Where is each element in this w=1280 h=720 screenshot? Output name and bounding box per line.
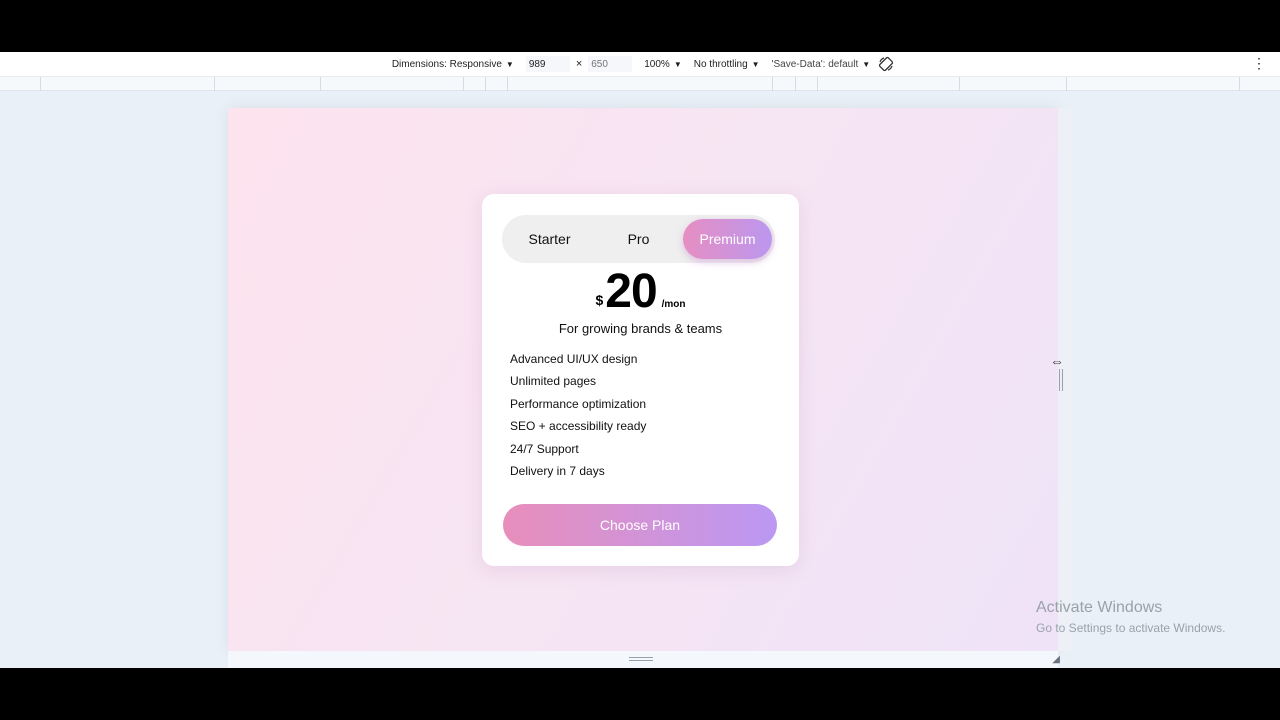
ruler-tick — [1066, 77, 1067, 91]
price-period: /mon — [661, 299, 686, 310]
currency-symbol: $ — [595, 292, 604, 308]
dimensions-label: Dimensions: Responsive — [391, 58, 502, 70]
dimension-inputs: × — [525, 56, 633, 72]
viewport-bottom-resize-handle[interactable]: ◢ — [228, 651, 1060, 668]
throttling-label: No throttling — [693, 58, 748, 70]
ruler-tick — [507, 77, 508, 91]
width-input[interactable] — [525, 56, 570, 72]
rotate-icon[interactable] — [878, 56, 894, 72]
feature-item: Advanced UI/UX design — [510, 352, 638, 366]
resize-cursor-icon: ⇔ — [1050, 353, 1064, 369]
caret-down-icon: ▼ — [751, 59, 760, 69]
media-query-ruler — [0, 76, 1280, 91]
ruler-tick — [1239, 77, 1240, 91]
ruler-tick — [772, 77, 773, 91]
tab-starter[interactable]: Starter — [505, 219, 594, 259]
emulated-page: Starter Pro Premium $ 20 /mon For growin… — [228, 108, 1058, 651]
tab-premium[interactable]: Premium — [683, 219, 772, 259]
price-amount: 20 — [605, 265, 657, 318]
plan-tabs: Starter Pro Premium — [502, 215, 775, 263]
plan-tagline: For growing brands & teams — [558, 321, 723, 336]
feature-item: 24/7 Support — [510, 441, 579, 456]
height-input[interactable] — [588, 56, 633, 72]
ruler-tick — [795, 77, 796, 91]
tab-pro[interactable]: Pro — [594, 219, 683, 259]
feature-item: Performance optimization — [510, 396, 647, 411]
feature-list: Advanced UI/UX design Unlimited pages Pe… — [510, 351, 646, 485]
feature-item: SEO + accessibility ready — [510, 419, 647, 434]
zoom-label: 100% — [644, 58, 670, 70]
feature-item: Delivery in 7 days — [510, 463, 605, 478]
price-display: $ 20 /mon — [482, 268, 799, 316]
caret-down-icon: ▼ — [862, 59, 871, 69]
choose-plan-button[interactable]: Choose Plan — [503, 504, 777, 546]
grip-icon — [1059, 369, 1063, 391]
caret-down-icon: ▼ — [673, 59, 682, 69]
viewport-right-resize-handle[interactable]: ⇔ — [1050, 108, 1072, 651]
caret-down-icon: ▼ — [505, 59, 514, 69]
windows-activation-watermark: Activate Windows Go to Settings to activ… — [1036, 599, 1225, 635]
save-data-dropdown[interactable]: 'Save-Data': default ▼ — [772, 59, 871, 70]
watermark-title: Activate Windows — [1036, 599, 1163, 616]
dimensions-dropdown[interactable]: Dimensions: Responsive ▼ — [392, 59, 514, 70]
ruler-tick — [817, 77, 818, 91]
corner-resize-icon[interactable]: ◢ — [1052, 654, 1060, 665]
ruler-tick — [485, 77, 486, 91]
device-viewport-area: Starter Pro Premium $ 20 /mon For growin… — [0, 91, 1280, 668]
times-sign: × — [575, 58, 583, 70]
pricing-card: Starter Pro Premium $ 20 /mon For growin… — [482, 194, 799, 566]
devtools-device-toolbar: Dimensions: Responsive ▼ × 100% ▼ No thr… — [0, 52, 1280, 76]
throttling-dropdown[interactable]: No throttling ▼ — [694, 59, 760, 70]
ruler-tick — [959, 77, 960, 91]
ruler-tick — [463, 77, 464, 91]
zoom-dropdown[interactable]: 100% ▼ — [644, 59, 682, 70]
ruler-tick — [40, 77, 41, 91]
watermark-subtitle: Go to Settings to activate Windows. — [1036, 621, 1226, 635]
ruler-tick — [320, 77, 321, 91]
ruler-tick — [214, 77, 215, 91]
grip-icon — [629, 657, 653, 661]
feature-item: Unlimited pages — [510, 374, 597, 389]
more-options-icon[interactable]: ⋮ — [1252, 56, 1266, 70]
save-data-label: 'Save-Data': default — [771, 58, 859, 70]
